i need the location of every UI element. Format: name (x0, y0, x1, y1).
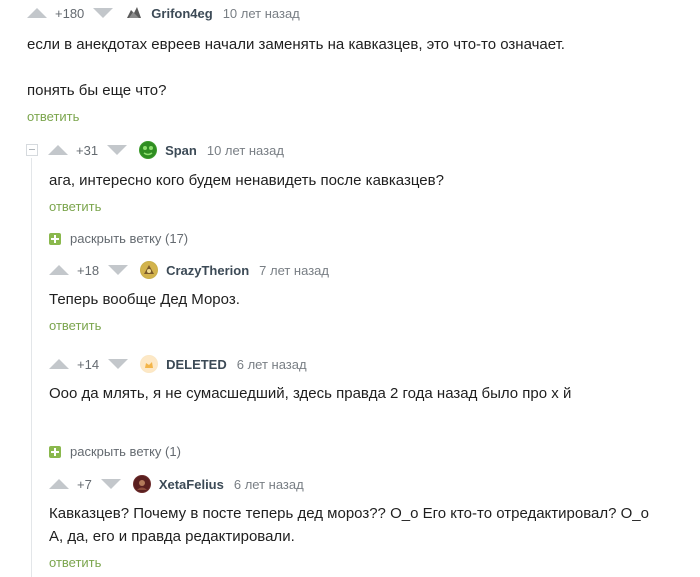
comment-time: 6 лет назад (236, 356, 307, 372)
upvote-icon[interactable] (48, 145, 68, 155)
comment-text: А, да, его и правда редактировали. (49, 528, 295, 545)
comment-header: +18 CrazyTherion 7 лет назад (49, 260, 329, 280)
comment-text: Теперь вообще Дед Мороз. (49, 291, 240, 308)
avatar[interactable] (140, 261, 159, 279)
comment-text: Ооо да млять, я не сумасшедший, здесь пр… (49, 385, 572, 402)
comment-rating: +14 (77, 356, 100, 372)
plus-icon (49, 445, 61, 458)
downvote-icon[interactable] (100, 479, 121, 489)
comment-author[interactable]: CrazyTherion (166, 263, 249, 278)
comment-text: Кавказцев? Почему в посте теперь дед мор… (49, 505, 649, 522)
collapse-toggle[interactable] (26, 144, 38, 156)
upvote-icon[interactable] (49, 265, 69, 275)
comment-rating: +18 (77, 262, 100, 278)
expand-branch-button[interactable]: раскрыть ветку (17) (49, 231, 188, 246)
comment-author[interactable]: Span (165, 143, 197, 158)
reply-link[interactable]: ответить (49, 555, 101, 570)
expand-branch-label: раскрыть ветку (1) (70, 444, 181, 459)
upvote-icon[interactable] (49, 479, 69, 489)
comment-time: 7 лет назад (259, 262, 329, 278)
comment-text: если в анекдотах евреев начали заменять … (27, 36, 565, 53)
avatar[interactable] (139, 141, 158, 159)
expand-branch-button[interactable]: раскрыть ветку (1) (49, 444, 181, 459)
comment-rating: +31 (76, 142, 99, 158)
comment-header: +180 Grifon4eg 10 лет назад (27, 3, 300, 23)
downvote-icon[interactable] (93, 8, 114, 18)
comment-time: 10 лет назад (206, 142, 284, 158)
expand-branch-label: раскрыть ветку (17) (70, 231, 189, 246)
comment-rating: +180 (55, 5, 85, 21)
comment-time: 6 лет назад (233, 476, 304, 492)
comment-author[interactable]: XetaFelius (159, 477, 224, 492)
avatar[interactable] (140, 355, 159, 373)
reply-link[interactable]: ответить (49, 318, 101, 333)
comment-header: +7 XetaFelius 6 лет назад (49, 474, 304, 494)
reply-link[interactable]: ответить (27, 109, 79, 124)
upvote-icon[interactable] (27, 8, 47, 18)
comment-rating: +7 (77, 476, 92, 492)
comment-author[interactable]: DELETED (166, 357, 227, 372)
avatar[interactable] (125, 4, 143, 22)
upvote-icon[interactable] (49, 359, 69, 369)
comment-text: понять бы еще что? (27, 82, 167, 99)
downvote-icon[interactable] (108, 359, 129, 369)
comment-time: 10 лет назад (222, 5, 300, 21)
downvote-icon[interactable] (107, 145, 128, 155)
thread-line (31, 490, 32, 577)
downvote-icon[interactable] (108, 265, 129, 275)
comment-text: ага, интересно кого будем ненавидеть пос… (49, 172, 444, 189)
comment-author[interactable]: Grifon4eg (151, 6, 212, 21)
reply-link[interactable]: ответить (49, 199, 101, 214)
plus-icon (49, 232, 61, 245)
comment-header: +31 Span 10 лет назад (48, 140, 284, 160)
comment-header: +14 DELETED 6 лет назад (49, 354, 307, 374)
avatar[interactable] (132, 475, 151, 493)
